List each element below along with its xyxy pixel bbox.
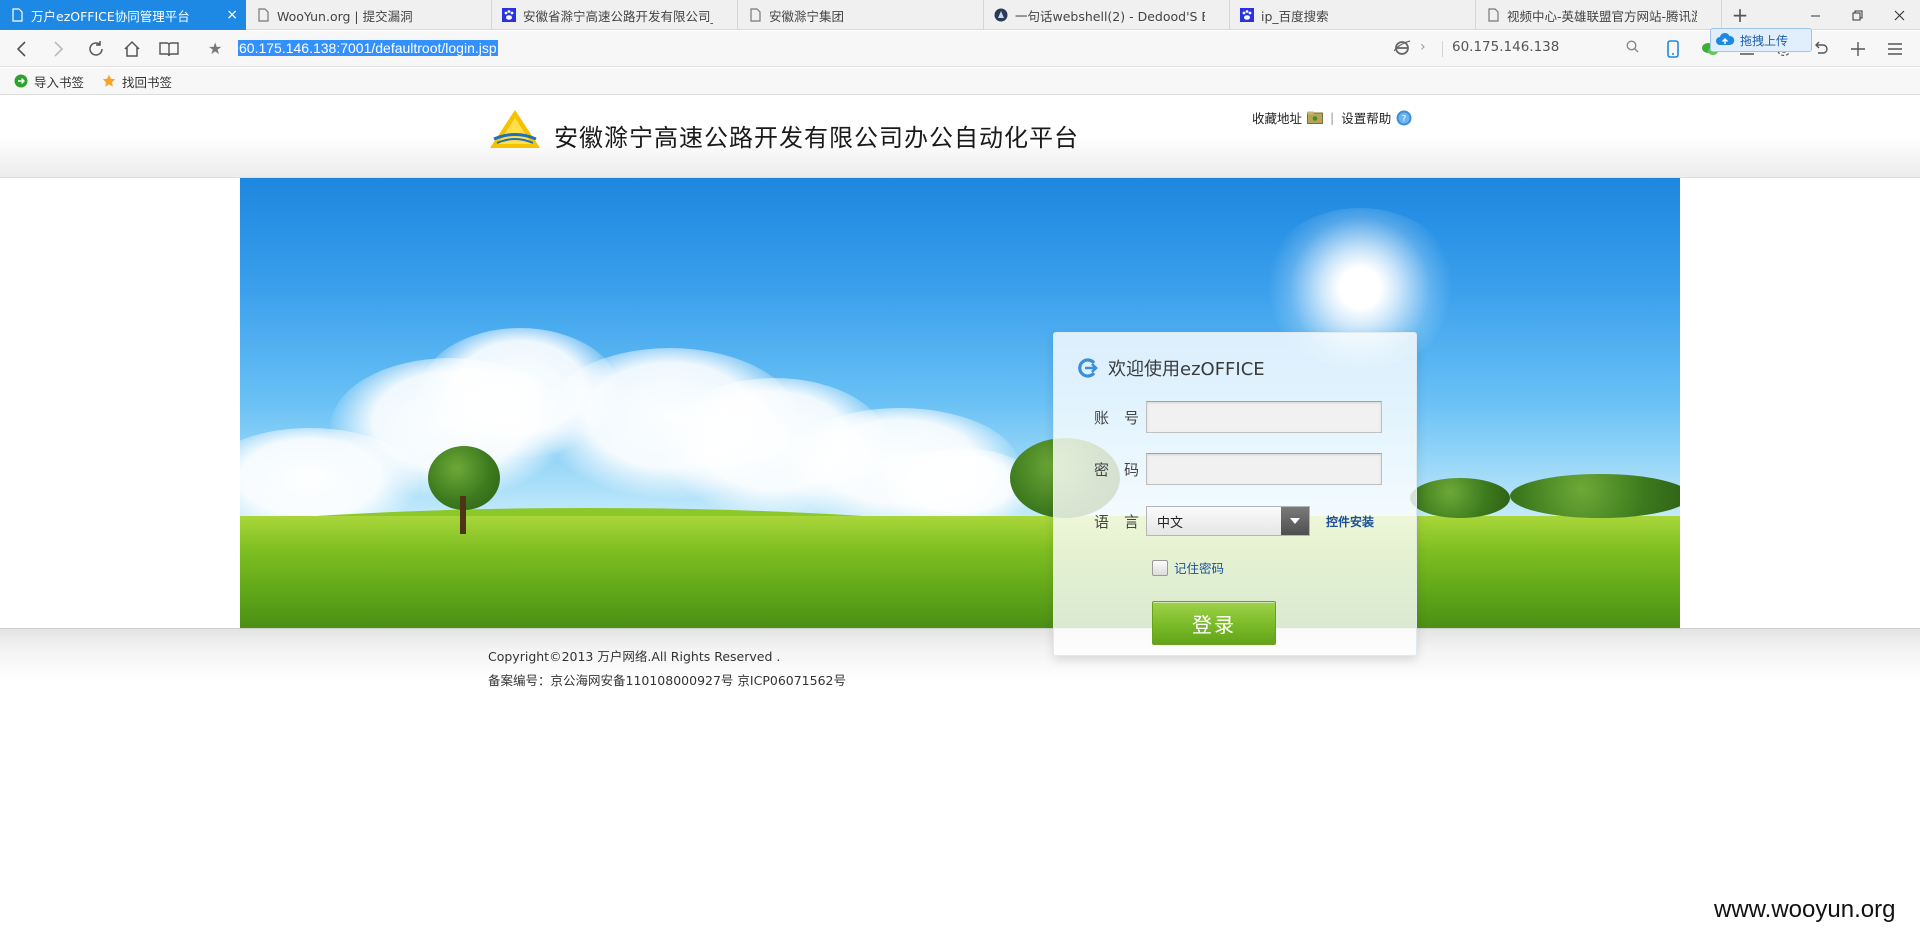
login-heading: 欢迎使用ezOFFICE <box>1076 355 1265 381</box>
login-panel: 欢迎使用ezOFFICE 账 号 密 码 语 言 中文 控件安装 记住密码 登录 <box>1053 332 1417 656</box>
tab-strip: 万户ezOFFICE协同管理平台 × WooYun.org | 提交漏洞 安徽省… <box>0 0 1920 30</box>
copyright-text: Copyright©2013 万户网络.All Rights Reserved … <box>488 649 781 664</box>
page-icon <box>10 7 24 23</box>
tab-title: 安徽省滁宁高速公路开发有限公司_百度 <box>523 8 713 24</box>
password-input[interactable] <box>1146 453 1382 485</box>
tab-chuning-group[interactable]: 安徽滁宁集团 <box>738 0 984 30</box>
grass-field <box>240 516 1680 628</box>
remember-label: 记住密码 <box>1174 561 1225 576</box>
bookmark-recover[interactable]: 找回书签 <box>102 72 172 91</box>
back-icon[interactable] <box>10 37 34 61</box>
folder-icon[interactable] <box>1307 111 1324 124</box>
baidu-paw-icon <box>502 7 516 23</box>
tab-wooyun[interactable]: WooYun.org | 提交漏洞 <box>246 0 492 30</box>
reading-mode-icon[interactable] <box>157 37 181 61</box>
drag-upload-label: 拖拽上传 <box>1740 33 1789 48</box>
site-title: 安徽滁宁高速公路开发有限公司办公自动化平台 <box>554 124 1079 152</box>
tab-title: ip_百度搜索 <box>1261 8 1329 24</box>
tab-ezoffice[interactable]: 万户ezOFFICE协同管理平台 × <box>0 0 246 30</box>
language-selected: 中文 <box>1157 515 1184 531</box>
tab-baidu-company[interactable]: 安徽省滁宁高速公路开发有限公司_百度 <box>492 0 738 30</box>
address-text: 60.175.146.138:7001/defaultroot/login.js… <box>238 40 498 56</box>
search-input[interactable]: 60.175.146.138 <box>1452 39 1642 59</box>
language-label: 语 言 <box>1094 512 1140 531</box>
bookmark-label: 找回书签 <box>122 74 173 90</box>
landscape-banner <box>240 178 1680 628</box>
tab-baidu-ip[interactable]: ip_百度搜索 <box>1230 0 1476 30</box>
cloud-upload-icon <box>1715 32 1735 48</box>
login-button[interactable]: 登录 <box>1152 601 1276 645</box>
remember-password[interactable]: 记住密码 <box>1152 558 1224 577</box>
account-row: 账 号 <box>1094 401 1382 433</box>
chevron-down-icon[interactable] <box>1281 507 1309 535</box>
tab-title: WooYun.org | 提交漏洞 <box>277 8 413 24</box>
tree <box>1510 474 1680 518</box>
bookmark-import[interactable]: 导入书签 <box>14 72 84 91</box>
tab-webshell-blog[interactable]: 一句话webshell(2) - Dedood'S Blog <box>984 0 1230 30</box>
top-links: 收藏地址 | 设置帮助 ? <box>1252 108 1412 127</box>
page-icon <box>1486 7 1500 23</box>
mobile-icon[interactable] <box>1654 37 1691 61</box>
minimize-icon[interactable] <box>1794 0 1836 30</box>
remember-checkbox[interactable] <box>1152 559 1168 576</box>
install-control-link[interactable]: 控件安装 <box>1326 513 1374 530</box>
import-arrow-icon <box>14 74 28 88</box>
page-header: 安徽滁宁高速公路开发有限公司办公自动化平台 收藏地址 | 设置帮助 ? <box>0 96 1920 178</box>
address-bar[interactable]: 60.175.146.138:7001/defaultroot/login.js… <box>238 39 498 59</box>
tab-title: 视频中心-英雄联盟官方网站-腾讯游戏 <box>1507 8 1697 24</box>
divider <box>1442 41 1443 57</box>
help-link[interactable]: 设置帮助 <box>1341 108 1391 127</box>
restore-icon[interactable] <box>1836 0 1878 30</box>
web-page: 安徽滁宁高速公路开发有限公司办公自动化平台 收藏地址 | 设置帮助 ? Copy… <box>0 96 1920 938</box>
language-row: 语 言 中文 控件安装 <box>1094 506 1374 536</box>
hamburger-menu-icon[interactable] <box>1876 37 1913 61</box>
home-icon[interactable] <box>120 37 144 61</box>
add-icon[interactable] <box>1839 37 1876 61</box>
bookmarks-bar: 导入书签 找回书签 <box>0 68 1920 95</box>
page-icon <box>256 7 270 23</box>
bookmark-label: 导入书签 <box>34 74 85 90</box>
help-icon[interactable]: ? <box>1396 110 1412 126</box>
close-window-icon[interactable] <box>1878 0 1920 30</box>
bookmark-star-icon[interactable]: ★ <box>208 39 222 58</box>
new-tab-button[interactable]: + <box>1722 0 1758 30</box>
refresh-icon[interactable] <box>84 37 108 61</box>
account-label: 账 号 <box>1094 408 1140 427</box>
tab-title: 安徽滁宁集团 <box>769 8 845 24</box>
chevron-right-icon[interactable]: › <box>1420 39 1426 55</box>
password-row: 密 码 <box>1094 453 1382 485</box>
tab-lol-video[interactable]: 视频中心-英雄联盟官方网站-腾讯游戏 <box>1476 0 1722 30</box>
ie-compat-icon[interactable] <box>1393 40 1411 60</box>
navigation-bar: ★ 60.175.146.138:7001/defaultroot/login.… <box>0 31 1920 67</box>
tab-title: 一句话webshell(2) - Dedood'S Blog <box>1015 8 1205 24</box>
forward-icon[interactable] <box>46 37 70 61</box>
tree-trunk <box>460 496 466 534</box>
login-heading-text: 欢迎使用ezOFFICE <box>1108 359 1265 380</box>
password-label: 密 码 <box>1094 460 1140 479</box>
drag-upload-button[interactable]: 拖拽上传 <box>1710 28 1812 52</box>
favorite-link[interactable]: 收藏地址 <box>1252 108 1302 127</box>
login-arrow-icon <box>1076 357 1100 379</box>
star-icon <box>102 74 116 88</box>
baidu-paw-icon <box>1240 7 1254 23</box>
account-input[interactable] <box>1146 401 1382 433</box>
record-number-text: 备案编号：京公海网安备110108000927号 京ICP06071562号 <box>488 673 846 688</box>
watermark-text: www.wooyun.org <box>1714 896 1896 923</box>
page-footer: Copyright©2013 万户网络.All Rights Reserved … <box>0 628 1920 688</box>
search-icon[interactable] <box>1626 40 1639 57</box>
tree <box>1410 478 1510 518</box>
tab-title: 万户ezOFFICE协同管理平台 <box>31 8 190 24</box>
copyright-block: Copyright©2013 万户网络.All Rights Reserved … <box>488 645 846 693</box>
svg-text:?: ? <box>1402 114 1407 124</box>
page-icon <box>748 7 762 23</box>
window-controls <box>1794 0 1920 30</box>
company-logo <box>488 108 542 152</box>
separator: | <box>1330 110 1335 125</box>
close-tab-icon[interactable]: × <box>226 7 238 23</box>
language-select[interactable]: 中文 <box>1146 506 1310 536</box>
blog-avatar-icon <box>994 7 1008 23</box>
